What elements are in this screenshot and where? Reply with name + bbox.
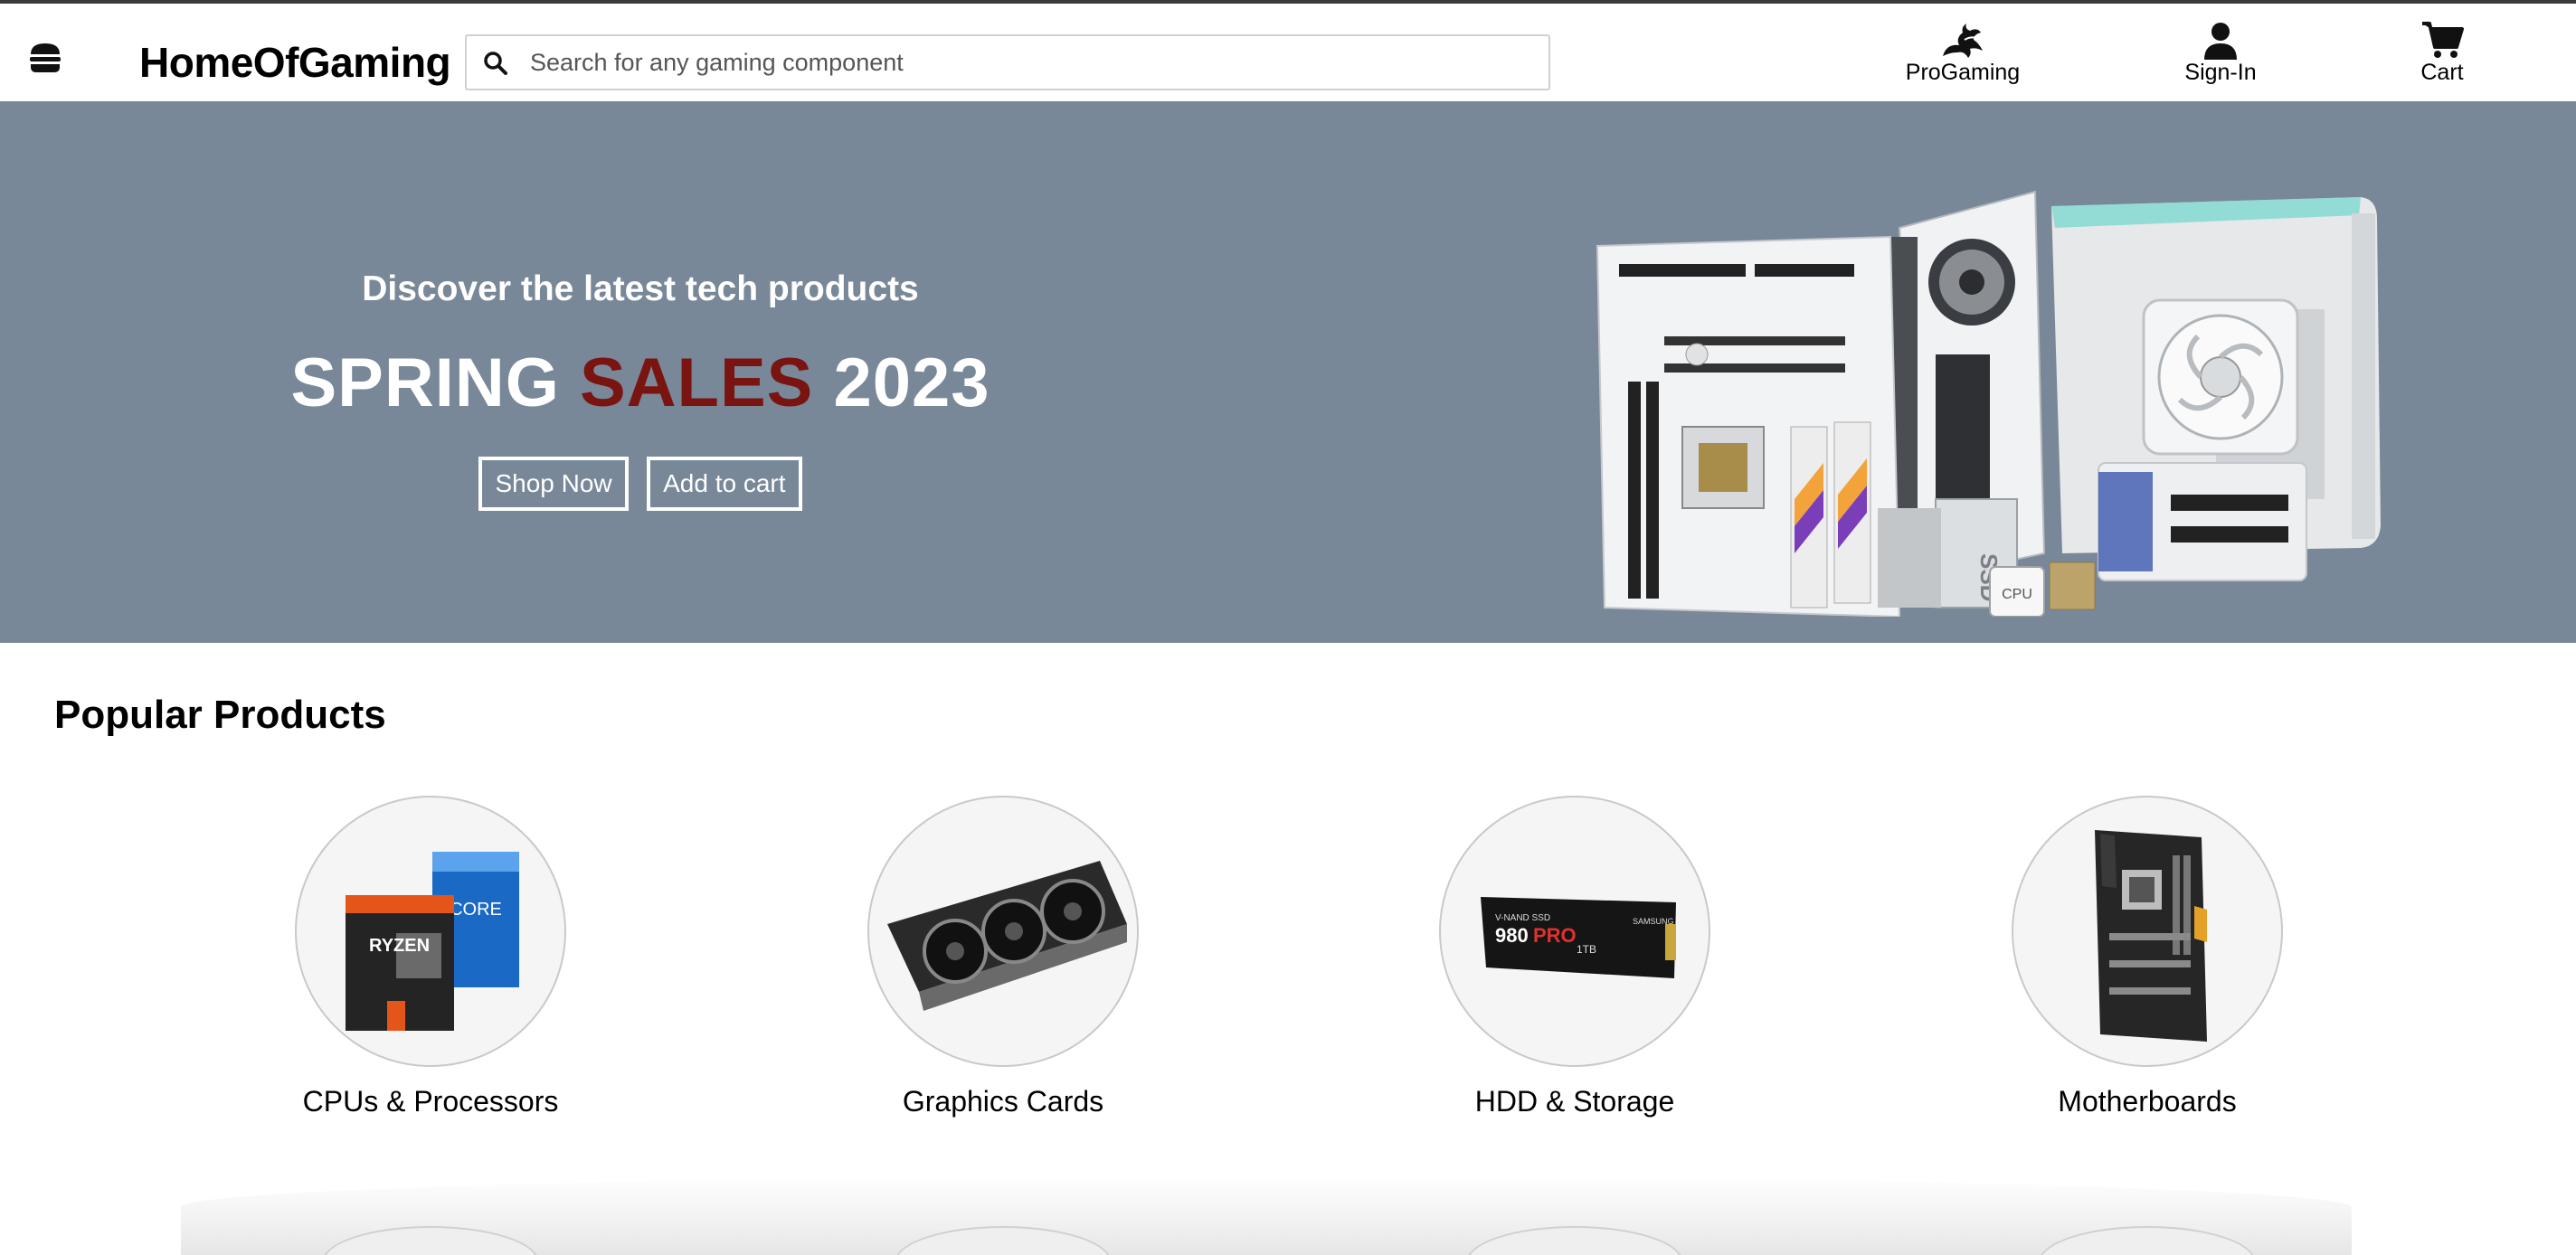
dragon-icon	[1943, 24, 1983, 58]
product-cpus-label: CPUs & Processors	[302, 1085, 559, 1118]
search-input[interactable]	[530, 36, 1534, 89]
brand-logo[interactable]: HomeOfGaming	[139, 38, 451, 87]
product-storage-image: V-NAND SSD 980 PRO 1TB SAMSUNG	[1439, 796, 1710, 1067]
nav-progaming-label: ProGaming	[1905, 60, 2021, 85]
nav-progaming[interactable]: ProGaming	[1899, 20, 2026, 86]
hero-tagline: Discover the latest tech products	[362, 269, 919, 308]
burger-icon	[30, 43, 61, 72]
motherboard-image	[2095, 830, 2207, 1042]
ssd-model-text: 980	[1495, 924, 1529, 947]
product-motherboards[interactable]: Motherboards	[1957, 796, 2337, 1118]
product-motherboards-label: Motherboards	[2058, 1085, 2237, 1118]
hero-title: SPRING SALES 2023	[0, 344, 1281, 422]
nav-cart[interactable]: Cart	[2406, 20, 2478, 86]
product-storage-label: HDD & Storage	[1474, 1085, 1675, 1118]
search-icon[interactable]	[481, 49, 510, 78]
product-graphics-cards[interactable]: Graphics Cards	[813, 796, 1193, 1118]
product-graphics-cards-label: Graphics Cards	[902, 1085, 1104, 1118]
shop-now-button[interactable]: Shop Now	[478, 457, 629, 511]
nav-cart-label: Cart	[2420, 60, 2464, 85]
graphics-card-image	[887, 861, 1127, 1011]
cart-icon	[2422, 22, 2464, 58]
popular-products-title: Popular Products	[54, 693, 386, 737]
cpu-chip: CPU	[1989, 561, 2096, 617]
product-graphics-cards-image	[867, 796, 1139, 1067]
ssd-brand-text: V-NAND SSD	[1495, 913, 1550, 923]
ssd-capacity-text: 1TB	[1577, 943, 1596, 956]
search-bar	[465, 34, 1550, 90]
hero-buttons: Shop Now Add to cart	[0, 457, 1281, 511]
product-storage[interactable]: V-NAND SSD 980 PRO 1TB SAMSUNG HDD & Sto…	[1385, 796, 1765, 1118]
menu-button[interactable]	[27, 40, 71, 80]
power-supply	[2098, 462, 2307, 581]
nav-sign-in[interactable]: Sign-In	[2171, 20, 2270, 86]
product-cpus-image: CORE RYZEN	[295, 796, 566, 1067]
nvme-ssd-image: V-NAND SSD 980 PRO 1TB SAMSUNG	[1481, 897, 1676, 978]
svg-text:CPU: CPU	[2002, 587, 2032, 602]
ssd-series-text: PRO	[1533, 924, 1577, 947]
nav-sign-in-label: Sign-In	[2184, 60, 2257, 85]
product-motherboards-image	[2012, 796, 2283, 1067]
svg-text:CORE: CORE	[450, 900, 502, 920]
cpu-box-image: CORE RYZEN	[346, 852, 519, 1031]
hero-banner: Discover the latest tech products SPRING…	[0, 101, 2576, 643]
site-header: HomeOfGaming ProGaming Sign-In Cart	[0, 4, 2576, 101]
add-to-cart-button[interactable]: Add to cart	[647, 457, 802, 511]
pc-components-image: SSD CPU	[1596, 190, 2381, 617]
hero-title-accent: SALES	[579, 344, 814, 421]
hero-title-part2: 2023	[813, 344, 990, 421]
user-icon	[2204, 23, 2237, 60]
product-cpus[interactable]: CORE RYZEN CPUs & Processors	[241, 796, 620, 1118]
hero-title-part1: SPRING	[290, 344, 580, 421]
svg-text:RYZEN: RYZEN	[369, 936, 430, 956]
